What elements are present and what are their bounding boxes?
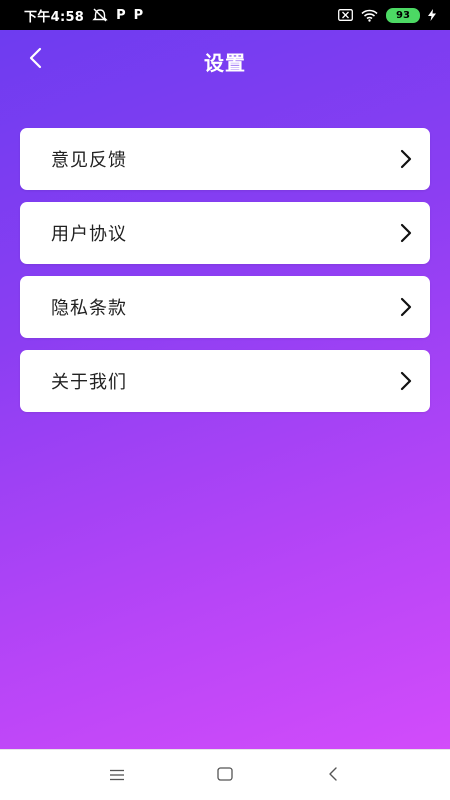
system-nav-bar (0, 749, 450, 800)
home-square-icon (217, 766, 233, 785)
wifi-icon (361, 9, 378, 22)
status-time: 下午4:58 (24, 9, 85, 25)
sim-x-icon (338, 9, 353, 21)
menu-icon (109, 766, 125, 785)
settings-screen: 下午4:58 P P 93 设置 意见反馈 用户协议 隐私条款 关于我们 (0, 0, 450, 800)
menu-item-label: 关于我们 (51, 372, 127, 393)
status-right: 93 (338, 7, 436, 23)
chevron-right-icon (400, 149, 412, 169)
charging-icon (428, 9, 436, 21)
page-title: 设置 (204, 50, 246, 75)
menu-item-feedback[interactable]: 意见反馈 (20, 128, 430, 190)
system-back-button[interactable] (318, 760, 348, 790)
menu-item-privacy[interactable]: 隐私条款 (20, 276, 430, 338)
menu-item-label: 意见反馈 (51, 150, 127, 171)
menu-item-label: 用户协议 (51, 224, 127, 245)
status-bar: 下午4:58 P P 93 (0, 0, 450, 30)
battery-icon: 93 (386, 7, 420, 23)
settings-menu: 意见反馈 用户协议 隐私条款 关于我们 (20, 128, 430, 424)
p-app-icon: P (133, 7, 144, 23)
recent-apps-button[interactable] (102, 760, 132, 790)
menu-item-about-us[interactable]: 关于我们 (20, 350, 430, 412)
menu-item-label: 隐私条款 (51, 298, 127, 319)
back-triangle-icon (328, 766, 338, 785)
chevron-right-icon (400, 297, 412, 317)
status-left: 下午4:58 P P (24, 6, 143, 25)
chevron-right-icon (400, 223, 412, 243)
header: 设置 (0, 30, 450, 92)
alarm-off-icon (92, 8, 108, 22)
home-button[interactable] (210, 760, 240, 790)
back-button[interactable] (20, 45, 50, 75)
menu-item-user-agreement[interactable]: 用户协议 (20, 202, 430, 264)
chevron-right-icon (400, 371, 412, 391)
chevron-left-icon (28, 47, 42, 73)
p-app-icon: P (116, 7, 126, 23)
